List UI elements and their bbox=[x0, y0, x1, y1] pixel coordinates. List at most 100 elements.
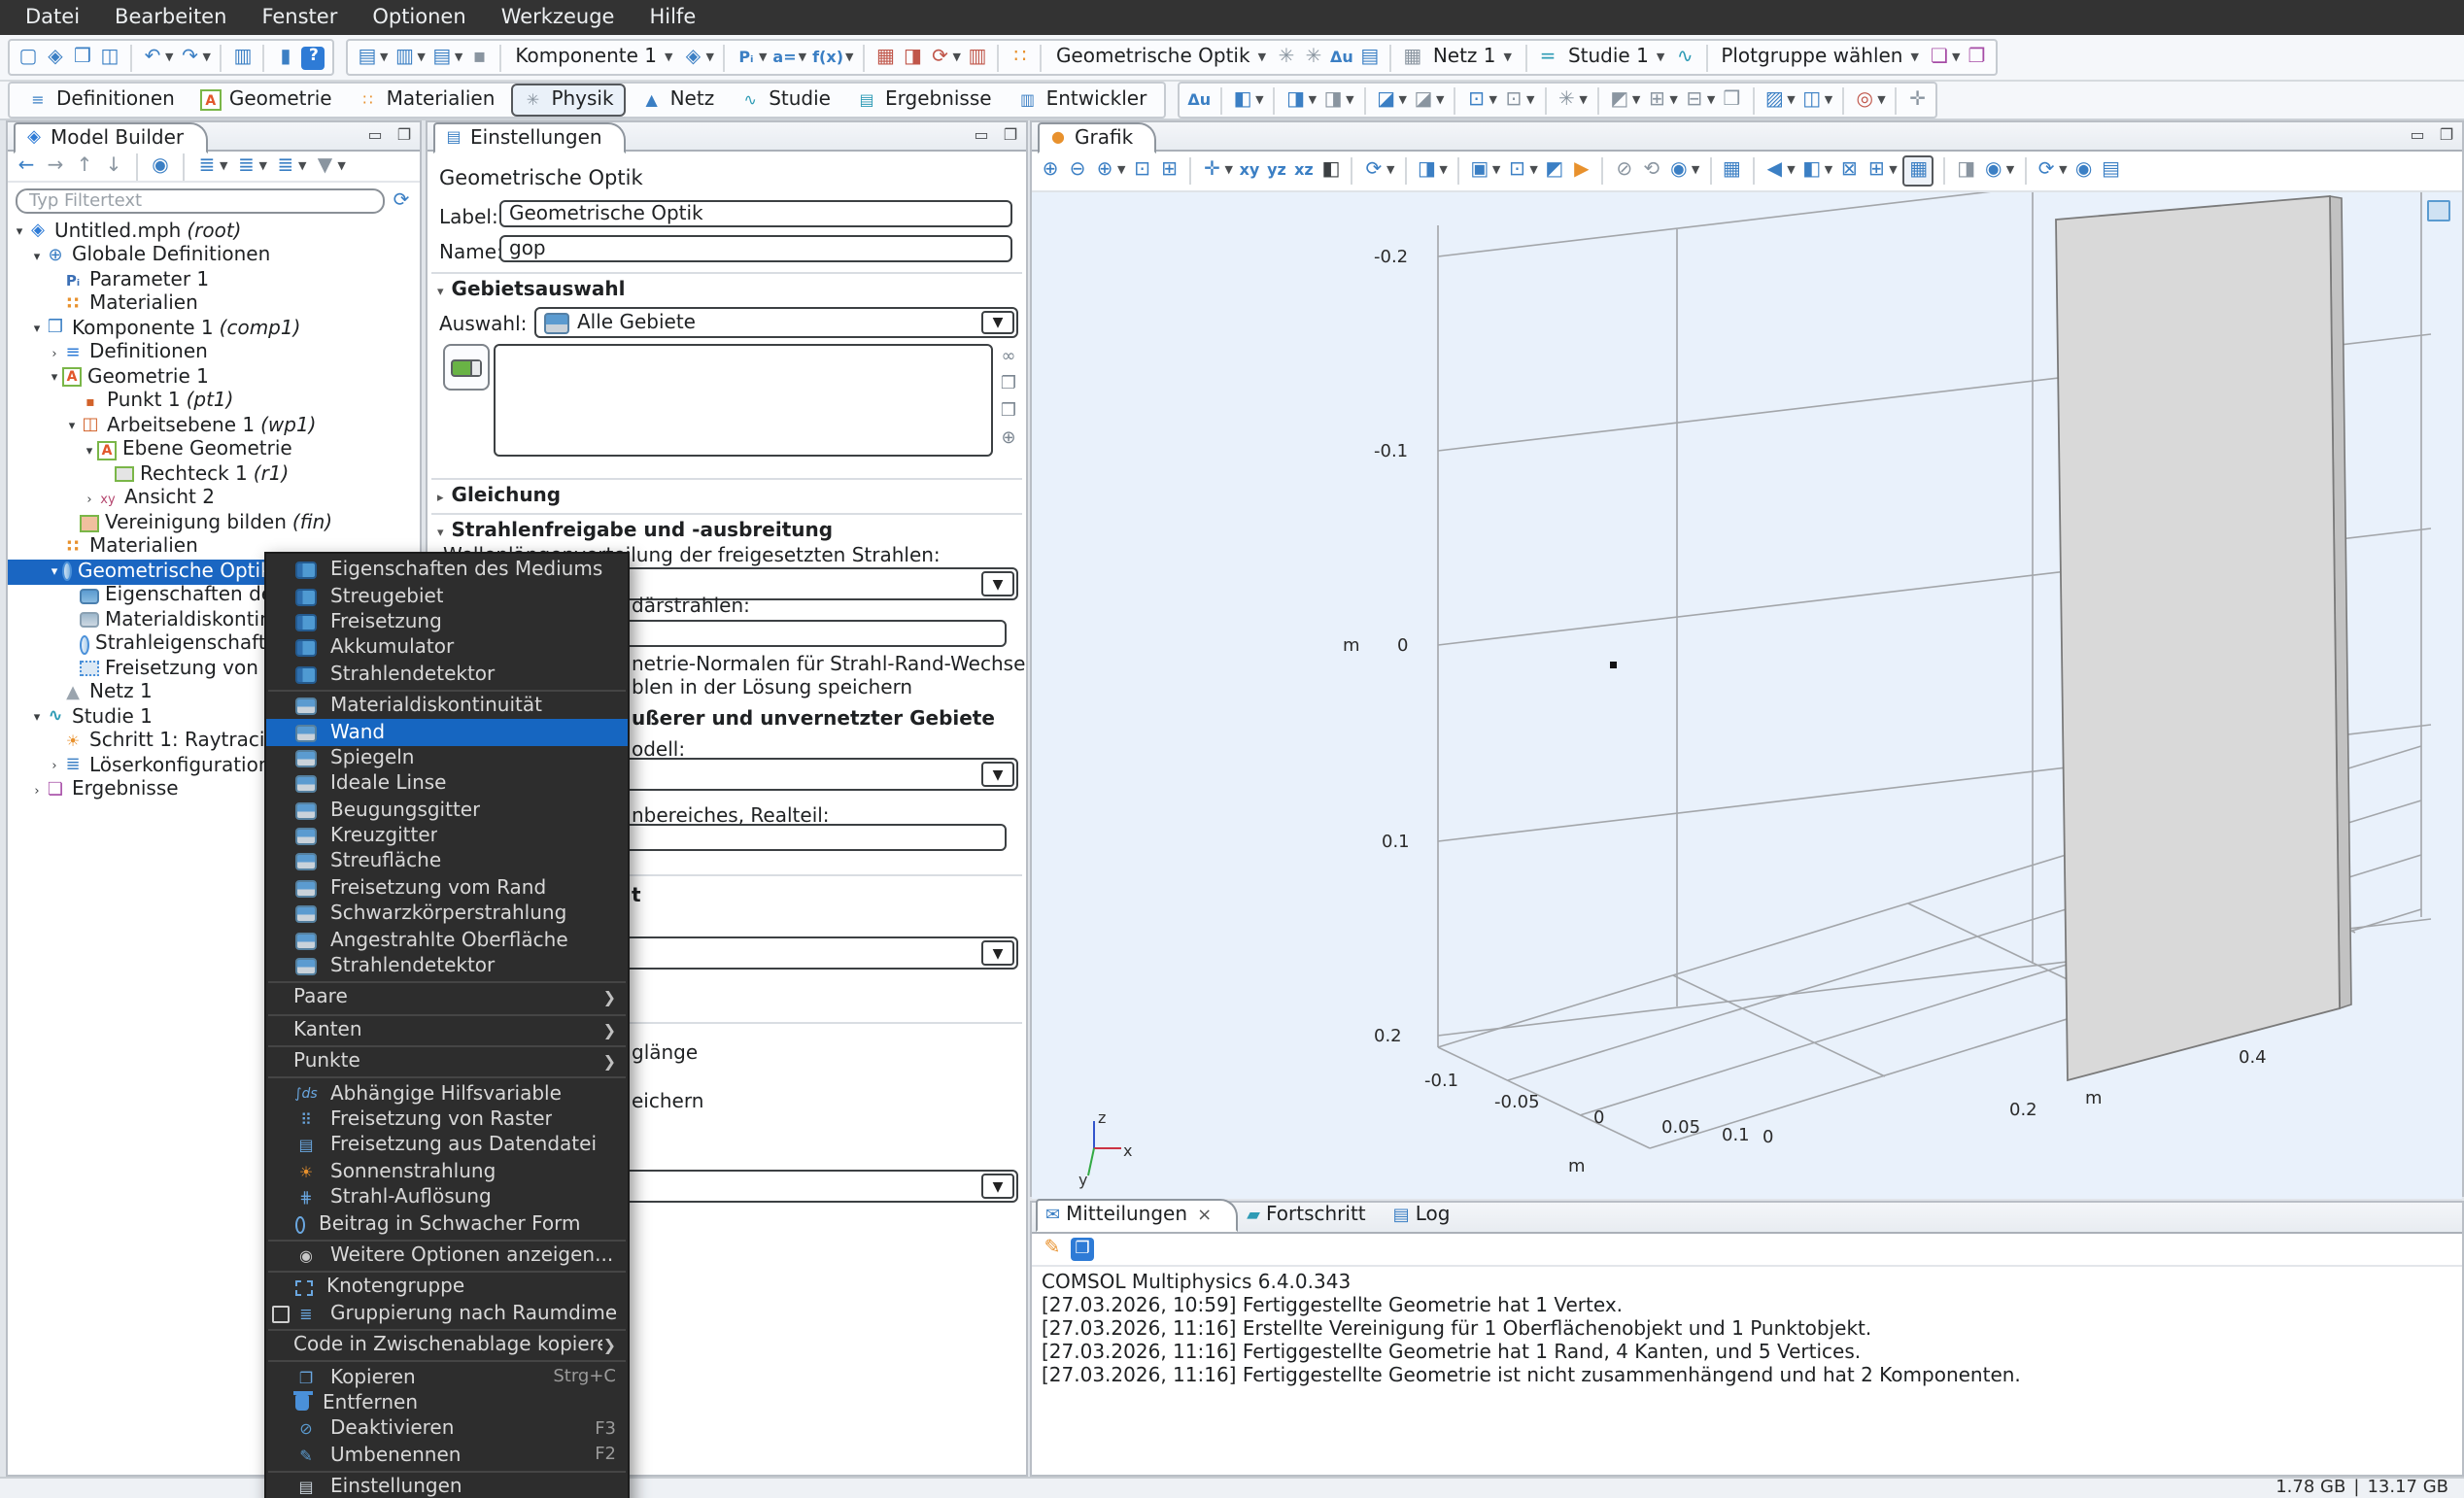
menu-item-freisetzung-aus-datendatei[interactable]: Freisetzung aus Datendatei bbox=[266, 1133, 628, 1159]
add-physics-button[interactable]: ✳ bbox=[1276, 45, 1297, 70]
menu-item-sonnenstrahlung[interactable]: Sonnenstrahlung bbox=[266, 1159, 628, 1185]
view-yz-button[interactable]: yz bbox=[1266, 158, 1287, 184]
menu-item-strahl-auflösung[interactable]: Strahl-Auflösung bbox=[266, 1185, 628, 1211]
menu-item-strahlendetektor[interactable]: Strahlendetektor bbox=[266, 662, 628, 688]
clip-button[interactable]: ◨ bbox=[1956, 158, 1977, 184]
chevron-down-icon[interactable]: ▼ bbox=[981, 1174, 1014, 1199]
chevron-down-icon[interactable]: ▼ bbox=[1436, 94, 1444, 106]
help-button[interactable]: ? bbox=[302, 46, 325, 69]
tab-mitteilungen[interactable]: ✉Mitteilungen× bbox=[1036, 1199, 1237, 1232]
menu-item-gruppierung-nach-raumdimension[interactable]: Gruppierung nach Raumdimension bbox=[266, 1301, 628, 1327]
ribbon-tab-definitionen[interactable]: ≡Definitionen bbox=[17, 85, 185, 115]
parameters-button[interactable]: Pᵢ▼ bbox=[736, 45, 767, 70]
graphics-context-icon[interactable] bbox=[2427, 200, 2450, 221]
windows-button[interactable]: ◫▼ bbox=[1801, 87, 1832, 113]
tree-item-geometrie-1[interactable]: ▾Geometrie 1 bbox=[8, 365, 420, 390]
menu-item-freisetzung-vom-rand[interactable]: Freisetzung vom Rand bbox=[266, 875, 628, 902]
minimize-icon[interactable]: ▭ bbox=[2408, 124, 2427, 146]
chevron-down-icon[interactable]: ▼ bbox=[1692, 165, 1699, 177]
float-window-button[interactable]: ❐ bbox=[1071, 1238, 1094, 1261]
chevron-down-icon[interactable]: ▼ bbox=[1386, 165, 1394, 177]
menu-item-strahlendetektor[interactable]: Strahlendetektor bbox=[266, 954, 628, 980]
menu-item-kreuzgitter[interactable]: Kreuzgitter bbox=[266, 824, 628, 850]
component-button[interactable]: ◈▼ bbox=[682, 45, 713, 70]
menu-item-freisetzung-von-raster[interactable]: Freisetzung von Raster bbox=[266, 1107, 628, 1134]
chevron-down-icon[interactable]: ▼ bbox=[202, 51, 210, 63]
expand-icon[interactable]: › bbox=[82, 492, 97, 507]
tree-item-arbeitsebene-1[interactable]: ▾Arbeitsebene 1(wp1) bbox=[8, 414, 420, 438]
chevron-down-icon[interactable]: ▼ bbox=[258, 160, 266, 172]
menu-item-kanten[interactable]: Kanten❯ bbox=[266, 1017, 628, 1043]
menu-item-schwarzkörperstrahlung[interactable]: Schwarzkörperstrahlung bbox=[266, 902, 628, 928]
hide-objects-button[interactable]: ⊘ bbox=[1614, 158, 1635, 184]
physics-selector[interactable]: Geometrische Optik▼ bbox=[1052, 47, 1270, 68]
chevron-down-icon[interactable]: ▼ bbox=[2006, 165, 2014, 177]
study-selector[interactable]: Studie 1▼ bbox=[1564, 47, 1668, 68]
menu-item-einstellungen[interactable]: Einstellungen bbox=[266, 1475, 628, 1498]
evaluate-button[interactable]: ⊟▼ bbox=[1684, 87, 1715, 113]
menu-item-streugebiet[interactable]: Streugebiet bbox=[266, 584, 628, 610]
collapse-icon[interactable]: ▾ bbox=[29, 249, 45, 264]
menu-item-knotengruppe[interactable]: Knotengruppe bbox=[266, 1275, 628, 1301]
chevron-down-icon[interactable]: ▼ bbox=[1489, 94, 1496, 106]
show-boundaries-button[interactable]: ◨▼ bbox=[1416, 158, 1447, 184]
chevron-down-icon[interactable]: ▼ bbox=[1224, 165, 1232, 177]
chevron-down-icon[interactable]: ▼ bbox=[981, 762, 1014, 787]
menu-item-akkumulator[interactable]: Akkumulator bbox=[266, 635, 628, 662]
reset-hiding-button[interactable]: ⟲ bbox=[1641, 158, 1662, 184]
chevron-down-icon[interactable]: ▼ bbox=[1346, 94, 1353, 106]
chevron-down-icon[interactable]: ▼ bbox=[1825, 165, 1832, 177]
compute-button[interactable]: = bbox=[1537, 45, 1558, 70]
ribbon-tab-netz[interactable]: ▲Netz bbox=[632, 85, 725, 115]
chevron-down-icon[interactable]: ▼ bbox=[1877, 94, 1885, 106]
menu-item-abhängige-hilfsvariable[interactable]: Abhängige Hilfsvariable bbox=[266, 1081, 628, 1107]
tree-item-ebene-geometrie[interactable]: ▾Ebene Geometrie bbox=[8, 438, 420, 462]
menu-item-angestrahlte-oberfläche[interactable]: Angestrahlte Oberfläche bbox=[266, 928, 628, 954]
save-file-button[interactable]: ◫ bbox=[99, 45, 120, 70]
down-button[interactable]: ↓ bbox=[103, 153, 124, 179]
rotate-button[interactable]: ⟳▼ bbox=[1363, 158, 1394, 184]
chevron-down-icon[interactable]: ▼ bbox=[1255, 94, 1263, 106]
menu-item-weitere-optionen-anzeigen-[interactable]: Weitere Optionen anzeigen... bbox=[266, 1243, 628, 1270]
section-gleichung[interactable]: ▸ Gleichung bbox=[437, 486, 561, 507]
tree-item-vereinigung-bilden[interactable]: Vereinigung bilden(fin) bbox=[8, 511, 420, 535]
zoom-to-selection-icon[interactable]: ⊕ bbox=[997, 427, 1020, 449]
plotgroup-selector[interactable]: Plotgruppe wählen▼ bbox=[1717, 47, 1923, 68]
chevron-down-icon[interactable]: ▼ bbox=[981, 940, 1014, 966]
selection-listbox[interactable] bbox=[494, 344, 993, 457]
build-all-button[interactable]: ▦ bbox=[874, 45, 896, 70]
environment-button[interactable]: ⊠ bbox=[1838, 158, 1860, 184]
auswahl-combobox[interactable]: Alle Gebiete ▼ bbox=[534, 307, 1018, 338]
chevron-down-icon[interactable]: ▼ bbox=[1787, 94, 1795, 106]
remove-selection-icon[interactable]: − bbox=[1024, 373, 1026, 394]
model-wizard-button[interactable]: ◈ bbox=[45, 45, 66, 70]
menu-hilfe[interactable]: Hilfe bbox=[632, 0, 713, 35]
refresh-icon[interactable]: ⟳ bbox=[391, 188, 412, 214]
menu-item-punkte[interactable]: Punkte❯ bbox=[266, 1049, 628, 1075]
active-selection-toggle[interactable] bbox=[443, 344, 490, 391]
new-file-button[interactable]: ▢ bbox=[17, 45, 39, 70]
add-node-button[interactable]: ▤▼ bbox=[431, 45, 462, 70]
zoom-out-button[interactable]: ⊖ bbox=[1067, 158, 1088, 184]
case-button[interactable]: ❒ bbox=[1721, 87, 1742, 113]
menu-item-spiegeln[interactable]: Spiegeln bbox=[266, 745, 628, 771]
section-gebietsauswahl[interactable]: ▾ Gebietsauswahl bbox=[437, 280, 625, 301]
model-builder-tab[interactable]: Model Builder bbox=[14, 122, 207, 153]
menu-item-beitrag-in-schwacher-form[interactable]: Beitrag in Schwacher Form bbox=[266, 1211, 628, 1238]
menu-datei[interactable]: Datei bbox=[8, 0, 97, 35]
ribbon-tab-studie[interactable]: ∿Studie bbox=[730, 85, 840, 115]
point-pair-button[interactable]: ⊡▼ bbox=[1503, 87, 1534, 113]
chevron-down-icon[interactable]: ▼ bbox=[1492, 165, 1500, 177]
boundary-pair-button[interactable]: ◨▼ bbox=[1322, 87, 1353, 113]
forward-button[interactable]: → bbox=[45, 153, 66, 179]
zoom-box-button[interactable]: ⊕▼ bbox=[1094, 158, 1125, 184]
zoom-selected-button[interactable]: ⊞ bbox=[1158, 158, 1180, 184]
window-button[interactable]: ▮ bbox=[275, 45, 296, 70]
collapse-icon[interactable]: ▾ bbox=[29, 322, 45, 337]
view-xz-button[interactable]: xz bbox=[1293, 158, 1315, 184]
menu-item-eigenschaften-des-mediums[interactable]: Eigenschaften des Mediums bbox=[266, 558, 628, 584]
point-button[interactable]: ⊡▼ bbox=[1465, 87, 1496, 113]
variables-button[interactable]: a=▼ bbox=[772, 45, 806, 70]
component-selector[interactable]: Komponente 1▼ bbox=[511, 47, 676, 68]
expand-icon[interactable]: › bbox=[47, 759, 62, 774]
